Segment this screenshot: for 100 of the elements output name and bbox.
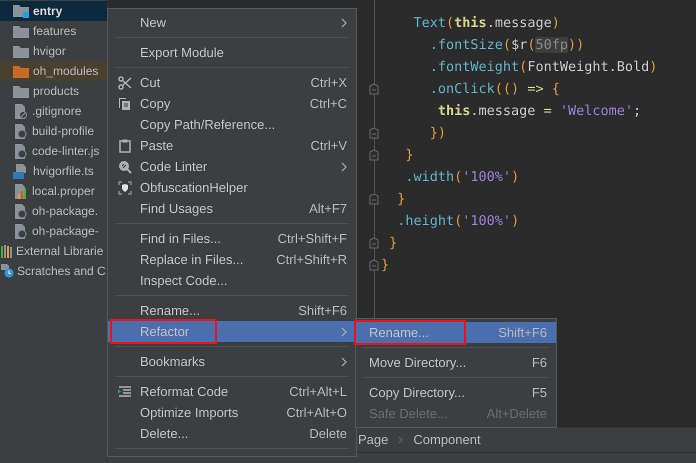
menu-item-label: ObfuscationHelper [140, 178, 248, 197]
file-name: .gitignore [32, 103, 82, 120]
menu-item-label: Find in Files... [140, 230, 221, 248]
shortcut-label: Ctrl+Shift+R [276, 250, 347, 269]
menu-item[interactable]: Export Module [108, 42, 356, 63]
shortcut-label: Alt+F7 [309, 200, 347, 218]
code-line: this.message = 'Welcome'; [436, 102, 642, 121]
menu-item-label: Cut [140, 74, 160, 92]
shortcut-label: Ctrl+X [310, 74, 347, 92]
menu-item[interactable]: Find Usages Alt+F7 [108, 198, 356, 219]
typescript-file-icon [13, 164, 29, 178]
shortcut-label: Ctrl+Shift+F [278, 230, 347, 248]
menu-item[interactable]: Cut Ctrl+X [108, 72, 356, 93]
menu-item[interactable]: Copy Directory... F5 [356, 382, 556, 403]
tree-item[interactable]: oh_modules [0, 61, 107, 81]
fold-marker-icon[interactable] [369, 83, 379, 95]
tree-item[interactable]: build-profile [0, 121, 107, 141]
tree-root-label: External Librarie [16, 243, 104, 260]
tree-item[interactable]: code-linter.js [0, 141, 107, 161]
menu-item-label: Inspect Code... [140, 272, 228, 290]
menu-item[interactable]: Rename... Shift+F6 [108, 300, 356, 321]
tree-item[interactable]: oh-package. [0, 201, 107, 221]
menu-item[interactable]: ObfuscationHelper [108, 177, 356, 198]
menu-item[interactable]: Optimize Imports Ctrl+Alt+O [108, 402, 356, 423]
menu-item[interactable]: Copy Path/Reference... [108, 114, 356, 135]
file-name: hvigor [33, 43, 66, 60]
code-line: .fontWeight(FontWeight.Bold) [428, 58, 658, 77]
menu-item[interactable]: Copy Ctrl+C [108, 93, 356, 114]
scissors-icon [118, 76, 132, 90]
file-name: oh-package- [32, 223, 99, 240]
tree-item[interactable]: hvigorfile.ts [0, 161, 107, 181]
ignore-file-icon [13, 104, 28, 118]
tree-item[interactable]: features [0, 21, 107, 41]
code-line: } [388, 234, 398, 253]
menu-item[interactable]: Bookmarks [108, 351, 356, 372]
menu-item-label: New [140, 14, 166, 32]
tree-root-label: Scratches and C [17, 263, 106, 280]
shortcut-label: Ctrl+Alt+O [286, 404, 347, 422]
tree-item[interactable]: hvigor [0, 41, 107, 61]
menu-item[interactable]: Move Directory... F6 [356, 352, 556, 373]
menu-item-label: Export Module [140, 44, 224, 62]
menu-item-label: Refactor [140, 322, 190, 341]
fold-marker-icon[interactable] [369, 259, 379, 271]
scratch-icon [1, 264, 14, 278]
code-line: .width('100%') [404, 168, 520, 187]
folder-icon [13, 84, 29, 98]
tree-item[interactable]: entry [0, 1, 107, 21]
config-file-icon [13, 144, 28, 158]
file-name: build-profile [32, 123, 94, 140]
tree-item[interactable]: External Librarie [0, 241, 107, 261]
shortcut-label: Delete [309, 424, 347, 443]
clipboard-icon [118, 138, 132, 152]
shortcut-label: Shift+F6 [298, 302, 347, 320]
breadcrumb-item[interactable]: Page [358, 430, 388, 450]
menu-item[interactable]: Delete... Delete [108, 423, 356, 444]
shortcut-label: Shift+F6 [498, 324, 547, 342]
menu-item[interactable]: Paste Ctrl+V [108, 135, 356, 156]
fold-marker-icon[interactable] [369, 193, 379, 205]
breadcrumb-separator-icon [398, 436, 404, 444]
menu-item[interactable]: New [108, 12, 356, 33]
menu-item[interactable]: Reformat Code Ctrl+Alt+L [108, 381, 356, 402]
libraries-icon [1, 244, 13, 258]
shortcut-label: Ctrl+C [310, 94, 347, 113]
menu-item-label: Copy Path/Reference... [140, 116, 276, 134]
tree-item[interactable]: oh-package- [0, 221, 107, 241]
tree-item[interactable]: local.proper [0, 181, 107, 201]
menu-item[interactable]: Find in Files... Ctrl+Shift+F [108, 228, 356, 249]
folder-icon [13, 64, 29, 78]
fold-marker-icon[interactable] [369, 127, 379, 139]
file-name: products [33, 83, 80, 100]
config-file-icon [13, 204, 28, 218]
tree-item[interactable]: .gitignore [0, 101, 107, 121]
file-name: features [33, 23, 76, 40]
reformat-icon [118, 384, 132, 398]
menu-item[interactable]: Code Linter [108, 156, 356, 177]
module-folder-icon [13, 4, 29, 18]
file-name: code-linter.js [32, 143, 100, 160]
menu-item[interactable]: Inspect Code... [108, 270, 356, 291]
code-line: .onClick(() => { [428, 80, 560, 99]
tree-item[interactable]: Scratches and C [0, 261, 107, 281]
menu-item-label: Code Linter [140, 158, 208, 176]
code-line: }) [428, 124, 446, 143]
code-line: .fontSize($r(50fp)) [428, 36, 584, 55]
folder-icon [13, 44, 29, 58]
shield-icon [118, 180, 132, 194]
tree-item[interactable]: products [0, 81, 107, 101]
file-name: entry [33, 3, 62, 20]
folder-icon [13, 24, 29, 38]
properties-file-icon [13, 184, 28, 198]
code-line: } [404, 146, 414, 165]
menu-item-label: Rename... [369, 324, 429, 342]
magnifier-icon [118, 160, 132, 174]
copy-icon [118, 96, 132, 110]
file-name: oh-package. [32, 203, 98, 220]
code-line: Text(this.message) [412, 14, 560, 33]
fold-marker-icon[interactable] [369, 149, 379, 161]
fold-marker-icon[interactable] [369, 237, 379, 249]
menu-item[interactable]: Replace in Files... Ctrl+Shift+R [108, 249, 356, 270]
menu-item-label: Replace in Files... [140, 250, 244, 269]
breadcrumb-item[interactable]: Component [413, 430, 481, 450]
